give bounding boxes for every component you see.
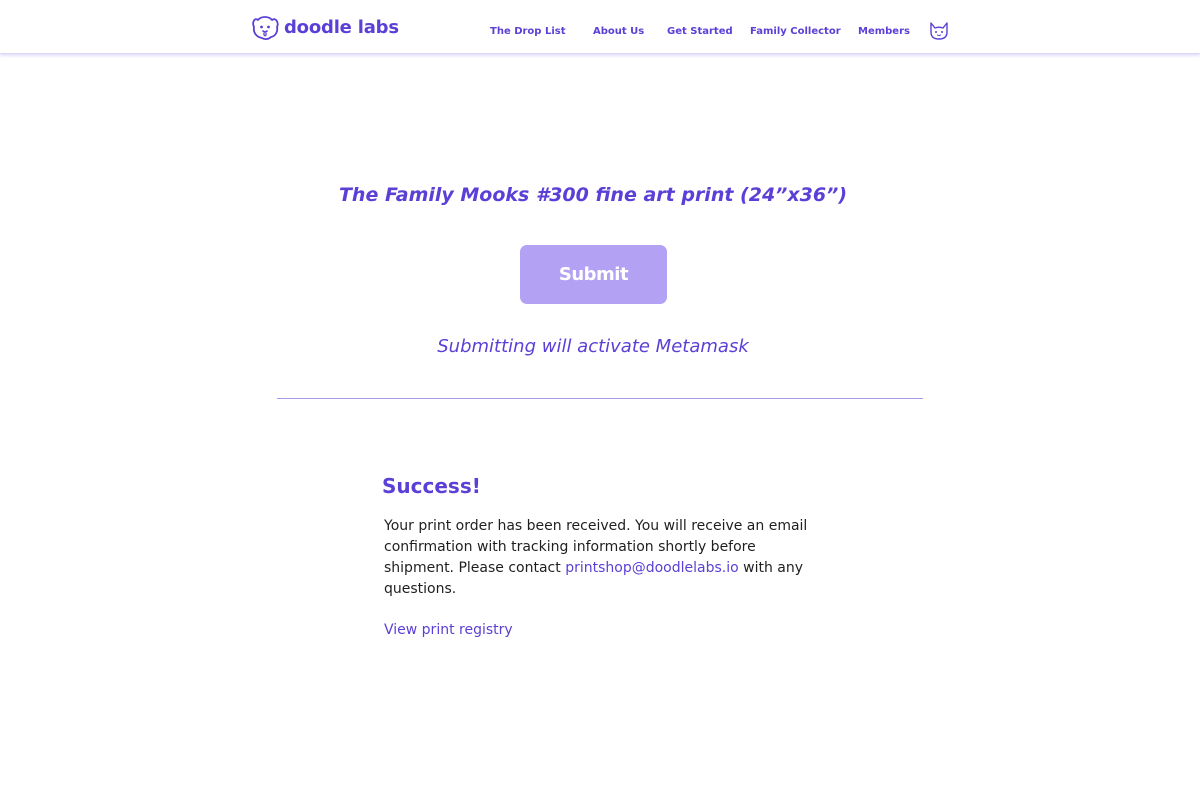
support-email-link[interactable]: printshop@doodlelabs.io: [565, 560, 738, 576]
view-print-registry-link[interactable]: View print registry: [384, 622, 513, 638]
nav-link-about-us[interactable]: About Us: [593, 26, 644, 37]
nav-link-family-collector[interactable]: Family Collector: [750, 26, 841, 37]
submit-button[interactable]: Submit: [520, 245, 667, 304]
nav-link-members[interactable]: Members: [858, 26, 910, 37]
nav-link-get-started[interactable]: Get Started: [667, 26, 733, 37]
success-heading: Success!: [382, 474, 481, 498]
top-navigation-bar: doodle labs The Drop List About Us Get S…: [0, 0, 1200, 54]
nav-link-drop-list[interactable]: The Drop List: [490, 26, 565, 37]
brand-logo-link[interactable]: doodle labs: [250, 12, 399, 42]
section-divider: [277, 398, 923, 399]
brand-name: doodle labs: [284, 16, 399, 38]
metamask-note: Submitting will activate Metamask: [437, 336, 749, 357]
success-message: Your print order has been received. You …: [384, 516, 816, 600]
doodle-cat-face-icon[interactable]: [929, 22, 949, 40]
product-title: The Family Mooks #300 fine art print (24…: [338, 184, 848, 206]
doodle-dog-face-icon: [252, 16, 279, 40]
